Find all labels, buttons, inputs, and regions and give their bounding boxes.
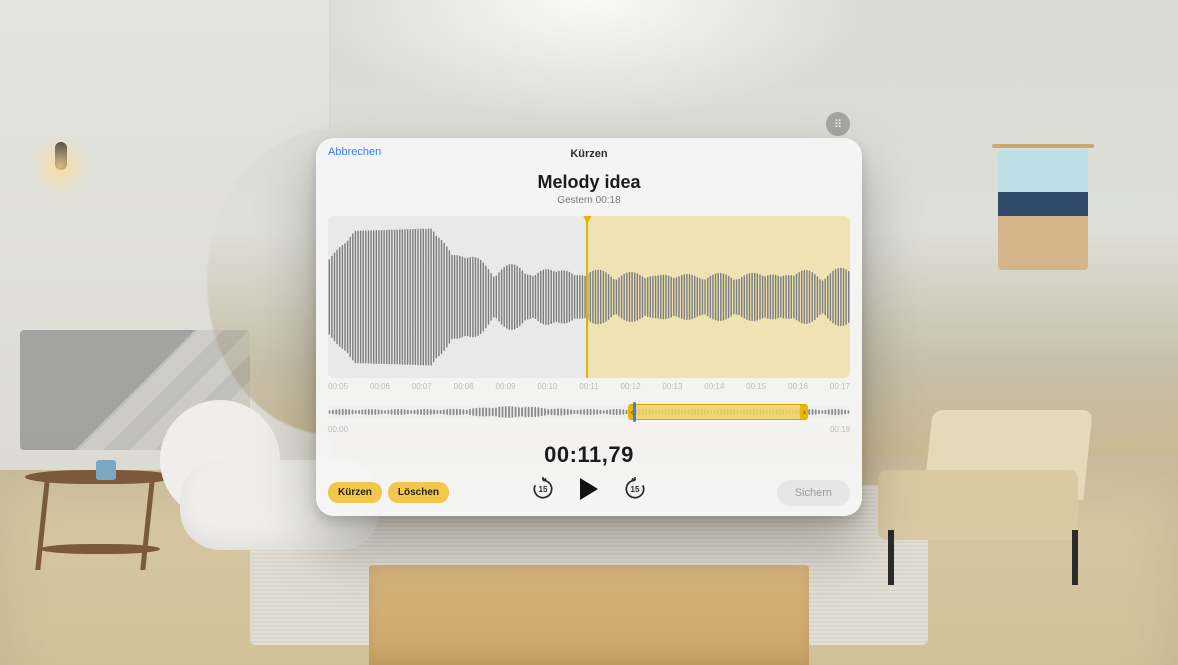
ruler-tick: 00:16 <box>788 382 808 391</box>
play-button[interactable] <box>580 478 598 500</box>
ruler-tick: 00:14 <box>704 382 724 391</box>
window-control-icon[interactable]: ⠿ <box>826 112 850 136</box>
wall-sconce <box>52 142 70 212</box>
memo-date: Gestern <box>557 195 593 206</box>
window-header: Abbrechen Kürzen <box>316 138 862 170</box>
ruler-tick: 00:17 <box>830 382 850 391</box>
trim-handle-right[interactable]: › <box>800 405 808 419</box>
waveform-detail[interactable] <box>328 216 850 378</box>
controls-row: Kürzen Löschen 15 15 Sichern <box>316 474 862 516</box>
trim-selection[interactable]: ‹ › <box>628 404 808 420</box>
ruler-tick: 00:10 <box>537 382 557 391</box>
ruler-tick: 00:12 <box>621 382 641 391</box>
ruler-tick: 00:13 <box>662 382 682 391</box>
mug <box>96 460 116 480</box>
wicker-chair <box>868 410 1108 590</box>
save-button[interactable]: Sichern <box>777 480 850 506</box>
trim-window: Abbrechen Kürzen Melody idea Gestern 00:… <box>316 138 862 516</box>
ruler-tick: 00:15 <box>746 382 766 391</box>
scrub-start-label: 00:00 <box>328 425 348 434</box>
trim-button[interactable]: Kürzen <box>328 482 382 503</box>
coffee-table <box>369 565 809 665</box>
skip-forward-15-button[interactable]: 15 <box>622 476 648 502</box>
window-title: Kürzen <box>570 148 607 160</box>
wall-hanging <box>998 150 1088 270</box>
ruler-tick: 00:07 <box>412 382 432 391</box>
delete-button[interactable]: Löschen <box>388 482 449 503</box>
overview-scrubber[interactable]: ‹ › <box>328 401 850 423</box>
memo-duration: 00:18 <box>596 195 621 206</box>
skip-back-15-button[interactable]: 15 <box>530 476 556 502</box>
skip-forward-amount: 15 <box>622 476 648 502</box>
ruler-tick: 00:08 <box>454 382 474 391</box>
side-table <box>20 470 180 590</box>
ruler-tick: 00:11 <box>579 382 598 391</box>
scrub-labels: 00:00 00:18 <box>328 425 850 434</box>
cancel-button[interactable]: Abbrechen <box>328 146 381 158</box>
waveform-graphic <box>328 216 850 378</box>
scrub-playhead[interactable] <box>633 402 636 422</box>
skip-back-amount: 15 <box>530 476 556 502</box>
background-room: ⠿ Abbrechen Kürzen Melody idea Gestern 0… <box>0 0 1178 665</box>
time-ruler: 00:05 00:06 00:07 00:08 00:09 00:10 00:11 00:12… <box>316 378 862 391</box>
memo-title: Melody idea <box>316 172 862 193</box>
memo-header: Melody idea Gestern 00:18 <box>316 172 862 206</box>
ruler-tick: 00:05 <box>328 382 348 391</box>
ruler-tick: 00:09 <box>496 382 516 391</box>
current-time-display: 00:11,79 <box>316 442 862 468</box>
ruler-tick: 00:06 <box>370 382 390 391</box>
scrub-end-label: 00:18 <box>830 425 850 434</box>
memo-subtitle: Gestern 00:18 <box>316 195 862 206</box>
playhead[interactable] <box>586 216 588 378</box>
